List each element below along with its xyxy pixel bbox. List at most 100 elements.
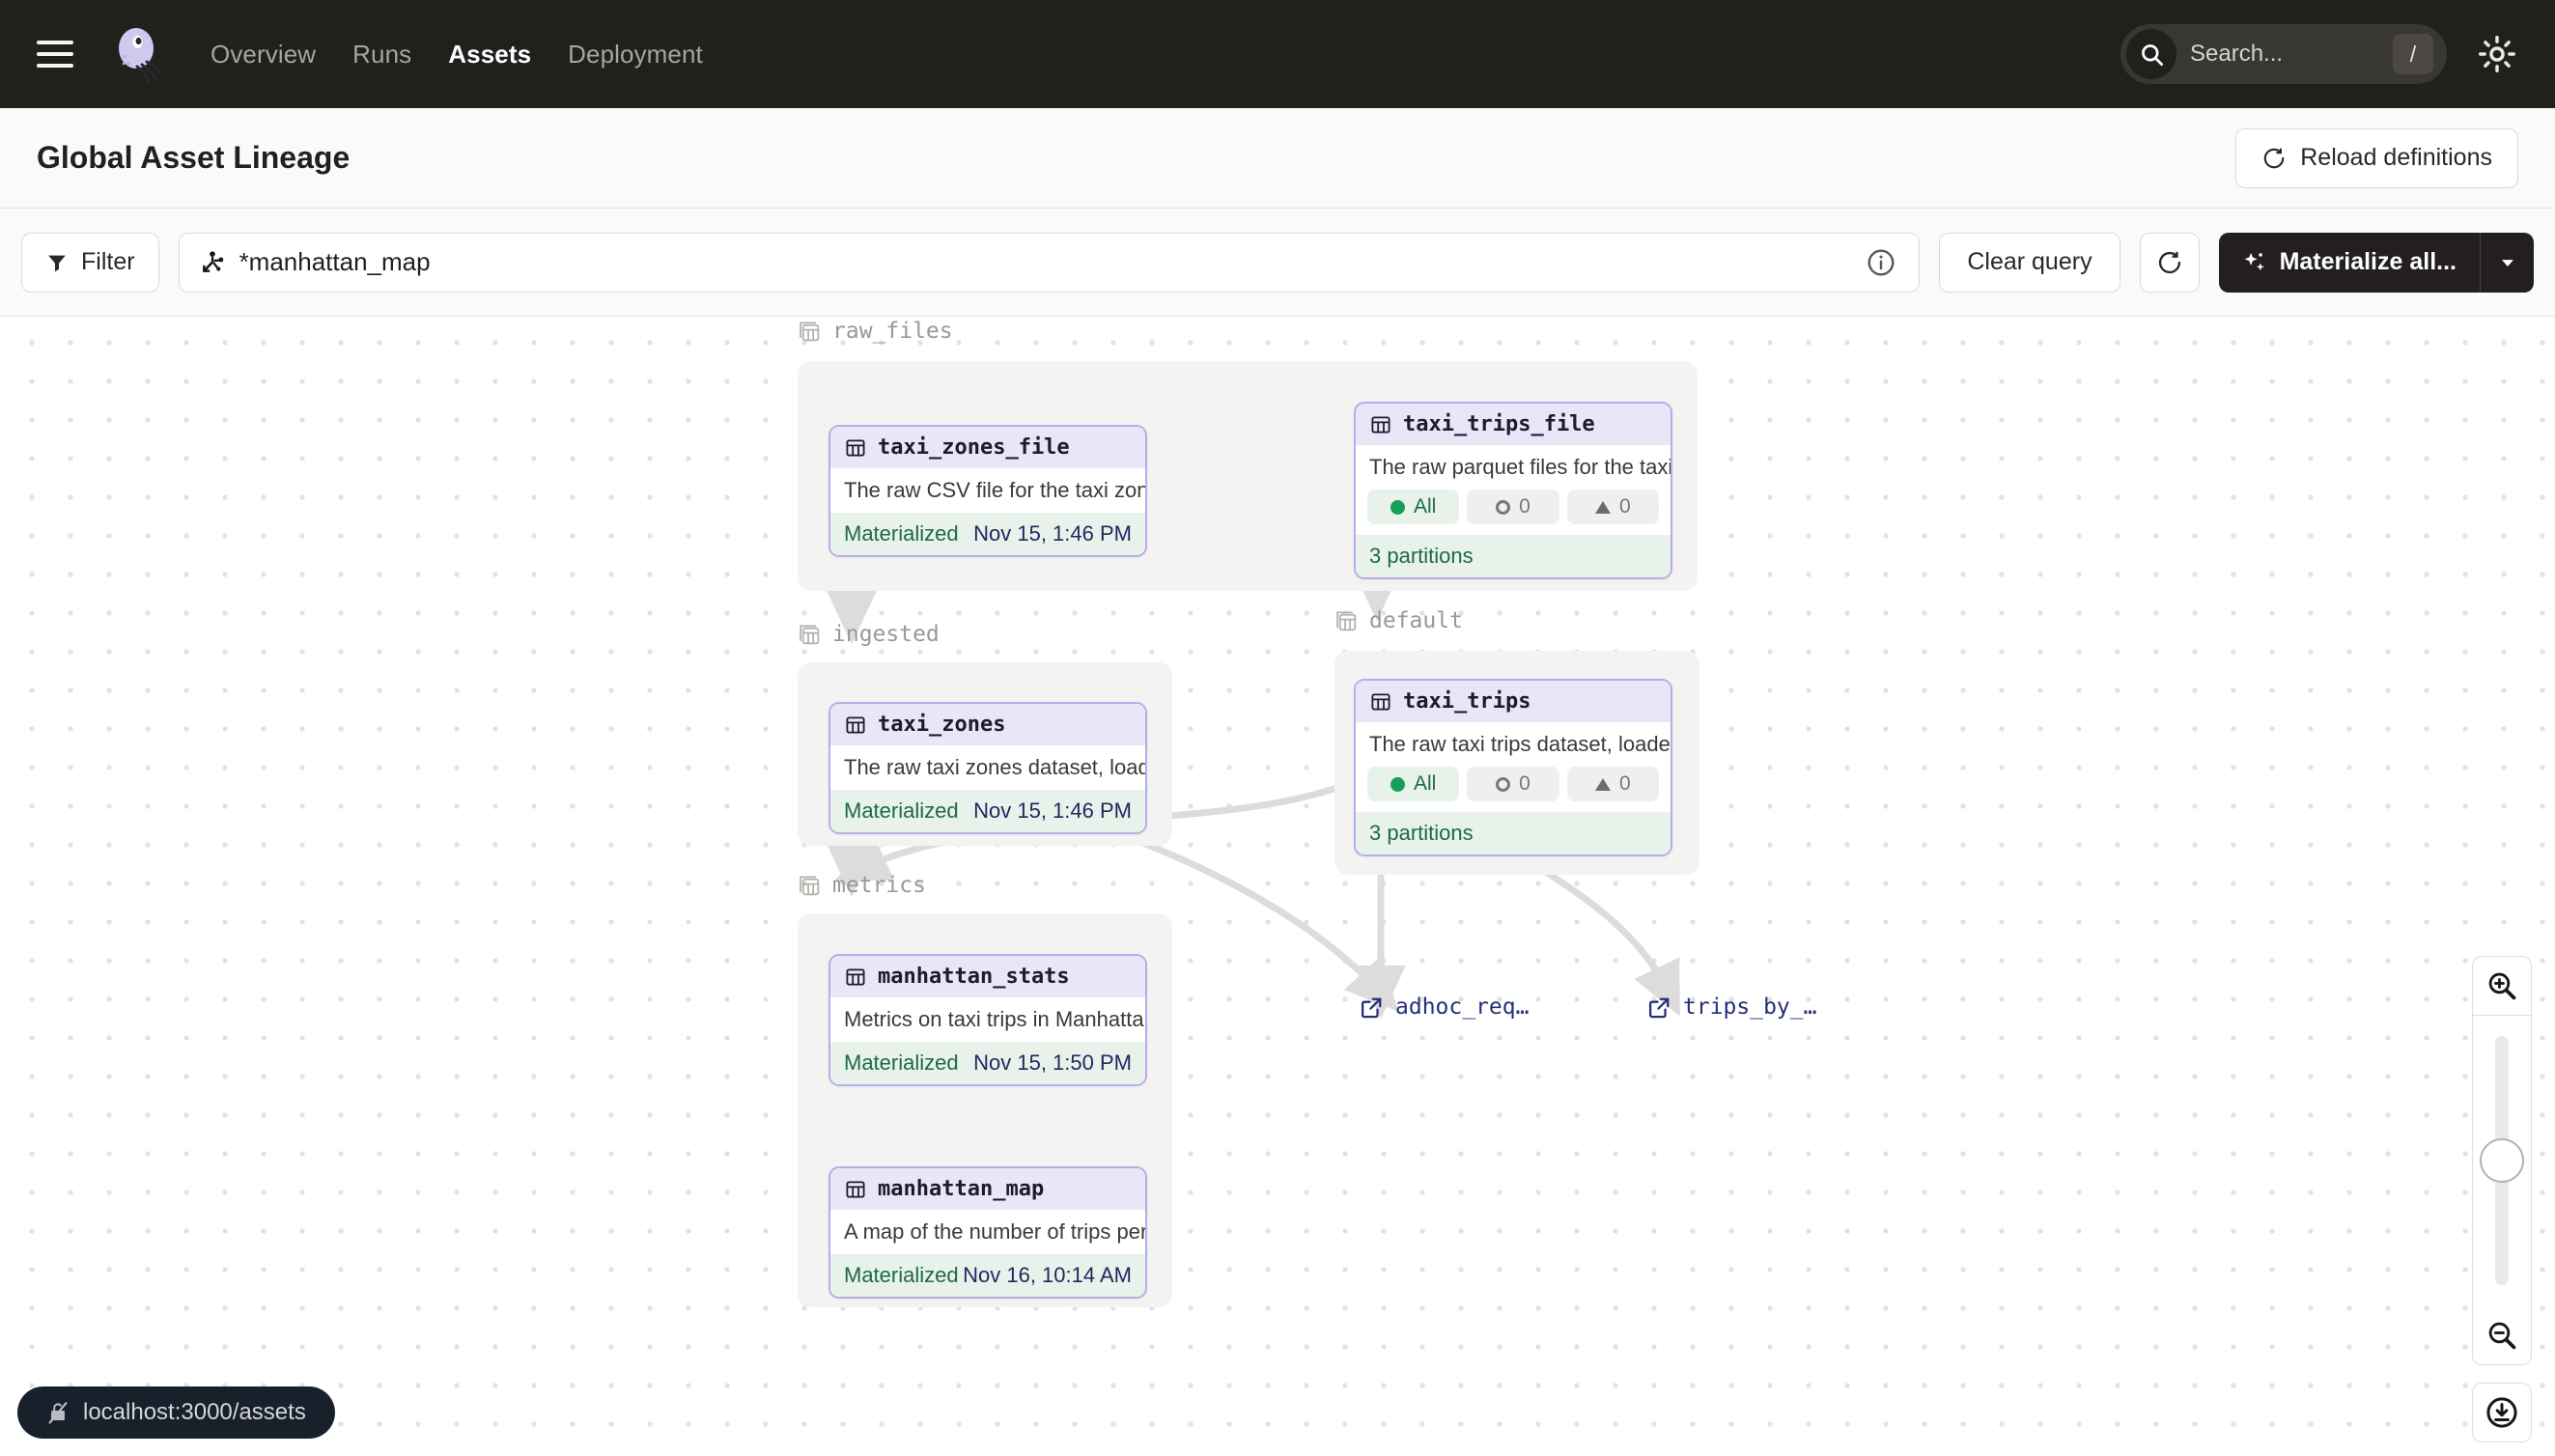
table-icon <box>844 436 867 460</box>
insecure-connection-icon <box>46 1400 70 1425</box>
asset-node-footer: Materialized Nov 15, 1:46 PM <box>830 790 1145 832</box>
asset-node-header: taxi_zones_file <box>830 427 1145 468</box>
table-group-icon <box>798 874 822 898</box>
materialize-dropdown-button[interactable] <box>2480 233 2534 293</box>
group-label-raw_files: raw_files <box>798 319 953 344</box>
nav-link-overview[interactable]: Overview <box>211 40 316 70</box>
table-group-icon <box>798 320 822 344</box>
asset-status-label: Materialized <box>844 521 959 546</box>
asset-status-time[interactable]: Nov 15, 1:46 PM <box>973 521 1132 546</box>
group-label-metrics: metrics <box>798 873 926 898</box>
primary-navigation-links: Overview Runs Assets Deployment <box>211 40 703 70</box>
asset-node-name: taxi_trips <box>1403 689 1530 714</box>
asset-query-input[interactable]: *manhattan_map <box>179 233 1921 293</box>
asset-node-taxi_zones[interactable]: taxi_zones The raw taxi zones dataset, l… <box>828 702 1147 834</box>
status-bar-text: localhost:3000/assets <box>83 1399 306 1426</box>
asset-node-header: taxi_trips_file <box>1356 404 1671 445</box>
zoom-slider-thumb[interactable] <box>2480 1138 2524 1183</box>
group-name: default <box>1369 608 1463 633</box>
asset-status-time[interactable]: Nov 16, 10:14 AM <box>963 1263 1132 1288</box>
info-circle-icon[interactable] <box>1863 244 1899 281</box>
asset-node-footer: Materialized Nov 16, 10:14 AM <box>830 1254 1145 1297</box>
group-label-ingested: ingested <box>798 622 940 647</box>
page-title: Global Asset Lineage <box>37 140 350 176</box>
reload-definitions-label: Reload definitions <box>2300 144 2492 172</box>
hamburger-menu-icon[interactable] <box>37 41 73 68</box>
partition-chip-label: All <box>1414 772 1436 796</box>
partition-chip-all[interactable]: All <box>1367 767 1459 801</box>
asset-status-label: Materialized <box>844 1050 959 1076</box>
filled-dot-icon <box>1390 500 1405 515</box>
global-search-box[interactable]: Search... / <box>2120 24 2447 84</box>
asset-node-description: The raw taxi zones dataset, loaded int..… <box>830 745 1145 790</box>
filter-button[interactable]: Filter <box>21 233 159 293</box>
asset-node-header: taxi_zones <box>830 704 1145 745</box>
asset-node-footer: Materialized Nov 15, 1:46 PM <box>830 513 1145 555</box>
zoom-out-button[interactable] <box>2472 1305 2532 1365</box>
table-group-icon <box>798 623 822 647</box>
zoom-in-button[interactable] <box>2472 956 2532 1016</box>
group-name: ingested <box>832 622 940 647</box>
asset-lineage-canvas[interactable]: raw_files ingested default metrics <box>0 317 2555 1456</box>
clear-query-button[interactable]: Clear query <box>1939 233 2120 293</box>
materialize-all-button[interactable]: Materialize all... <box>2219 233 2480 293</box>
partition-chip-failed[interactable]: 0 <box>1567 767 1659 801</box>
asset-node-taxi_trips[interactable]: taxi_trips The raw taxi trips dataset, l… <box>1354 679 1672 856</box>
global-search-placeholder: Search... <box>2190 41 2393 68</box>
download-icon <box>2485 1395 2519 1430</box>
filled-dot-icon <box>1390 777 1405 792</box>
group-name: raw_files <box>832 319 953 344</box>
partition-chip-label: 0 <box>1519 772 1530 796</box>
asset-node-description: Metrics on taxi trips in Manhattan <box>830 997 1145 1042</box>
materialize-all-label: Materialize all... <box>2280 248 2457 276</box>
asset-status-label: Materialized <box>844 798 959 824</box>
partition-chip-failed[interactable]: 0 <box>1567 490 1659 524</box>
external-asset-node-trips_by[interactable]: trips_by_… <box>1647 994 1816 1020</box>
asset-node-manhattan_map[interactable]: manhattan_map A map of the number of tri… <box>828 1166 1147 1299</box>
lineage-toolbar: Filter *manhattan_map Clear query <box>0 209 2555 317</box>
asset-status-label: Materialized <box>844 1263 959 1288</box>
asset-node-taxi_zones_file[interactable]: taxi_zones_file The raw CSV file for the… <box>828 425 1147 557</box>
asset-node-name: taxi_trips_file <box>1403 412 1595 436</box>
asset-node-description: The raw parquet files for the taxi trips… <box>1356 445 1671 490</box>
asset-partitions-footer: 3 partitions <box>1356 535 1671 577</box>
partition-chip-all[interactable]: All <box>1367 490 1459 524</box>
refresh-icon <box>2261 146 2287 171</box>
asset-status-time[interactable]: Nov 15, 1:50 PM <box>973 1050 1132 1076</box>
partition-chip-label: 0 <box>1619 495 1631 518</box>
asset-node-header: taxi_trips <box>1356 681 1671 722</box>
triangle-icon <box>1595 501 1611 514</box>
nav-link-assets[interactable]: Assets <box>448 40 531 70</box>
asset-node-description: The raw CSV file for the taxi zones dat.… <box>830 468 1145 513</box>
partition-chip-missing[interactable]: 0 <box>1467 490 1558 524</box>
partition-status-row: All 0 0 <box>1356 490 1671 535</box>
refresh-graph-button[interactable] <box>2140 233 2200 293</box>
sparkle-icon <box>2242 250 2267 275</box>
nav-link-runs[interactable]: Runs <box>352 40 411 70</box>
partition-chip-missing[interactable]: 0 <box>1467 767 1558 801</box>
partition-chip-label: 0 <box>1519 495 1530 518</box>
asset-status-time[interactable]: Nov 15, 1:46 PM <box>973 798 1132 824</box>
table-icon <box>844 714 867 737</box>
nav-link-deployment[interactable]: Deployment <box>568 40 703 70</box>
external-asset-node-adhoc_request[interactable]: adhoc_req… <box>1360 994 1529 1020</box>
asset-node-description: A map of the number of trips per taxi z.… <box>830 1210 1145 1254</box>
asset-selection-icon <box>199 249 226 276</box>
asset-node-taxi_trips_file[interactable]: taxi_trips_file The raw parquet files fo… <box>1354 402 1672 579</box>
asset-node-footer: Materialized Nov 15, 1:50 PM <box>830 1042 1145 1084</box>
partition-chip-label: 0 <box>1619 772 1631 796</box>
download-graph-button[interactable] <box>2472 1383 2532 1442</box>
zoom-in-icon <box>2485 969 2518 1002</box>
asset-query-value: *manhattan_map <box>239 247 1850 277</box>
gear-icon[interactable] <box>2476 33 2518 75</box>
zoom-slider-track[interactable] <box>2472 1016 2532 1305</box>
search-shortcut-key: / <box>2393 34 2433 74</box>
asset-node-name: taxi_zones <box>878 713 1005 737</box>
dagster-logo[interactable] <box>108 25 166 83</box>
external-asset-name: trips_by_… <box>1683 994 1816 1020</box>
page-header: Global Asset Lineage Reload definitions <box>0 108 2555 209</box>
reload-definitions-button[interactable]: Reload definitions <box>2235 128 2518 188</box>
group-name: metrics <box>832 873 926 898</box>
table-icon <box>844 966 867 989</box>
asset-node-manhattan_stats[interactable]: manhattan_stats Metrics on taxi trips in… <box>828 954 1147 1086</box>
